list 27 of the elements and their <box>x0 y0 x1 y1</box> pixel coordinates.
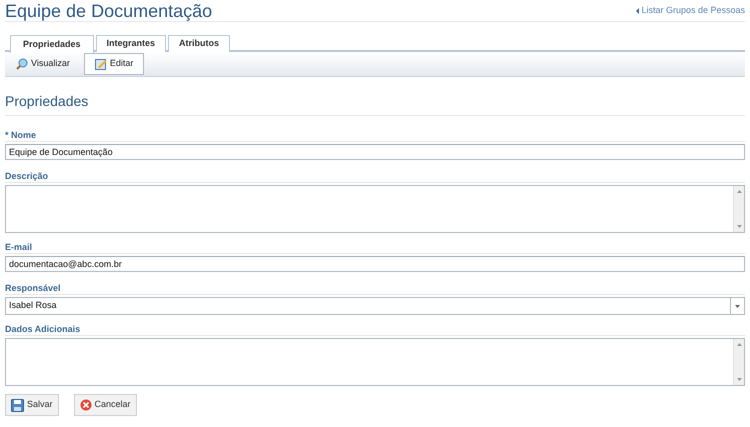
field-label: Dados Adicionais <box>5 323 745 336</box>
field-label: Responsável <box>5 282 745 295</box>
caret-down-icon <box>735 304 740 308</box>
cancel-button[interactable]: Cancelar <box>74 394 137 416</box>
save-button[interactable]: Salvar <box>5 394 59 416</box>
toolbar-button[interactable]: Editar <box>84 53 144 75</box>
magnifier-icon <box>16 58 28 70</box>
section-title: Propriedades <box>5 91 745 116</box>
toolbar-button[interactable]: Visualizar <box>10 53 76 75</box>
scroll-down-icon[interactable] <box>736 225 742 228</box>
tab[interactable]: Atributos <box>168 35 230 52</box>
tab[interactable]: Propriedades <box>10 35 94 53</box>
field-label: * Nome <box>5 129 745 142</box>
tab[interactable]: Integrantes <box>96 35 166 52</box>
field-label: Descrição <box>5 170 745 183</box>
scroll-up-icon[interactable] <box>736 343 742 346</box>
page-title: Equipe de Documentação <box>5 1 212 21</box>
text-field[interactable]: documentacao@abc.com.br <box>5 256 745 272</box>
field-label: E-mail <box>5 241 745 254</box>
dropdown[interactable]: Isabel Rosa <box>5 297 745 315</box>
caret-icon <box>636 8 640 14</box>
text-field[interactable]: Equipe de Documentação <box>5 144 745 160</box>
scroll-down-icon[interactable] <box>736 378 742 381</box>
back-link[interactable]: Listar Grupos de Pessoas <box>636 4 745 18</box>
cancel-icon <box>80 399 92 411</box>
pencil-icon <box>94 58 107 70</box>
scroll-up-icon[interactable] <box>736 190 742 193</box>
